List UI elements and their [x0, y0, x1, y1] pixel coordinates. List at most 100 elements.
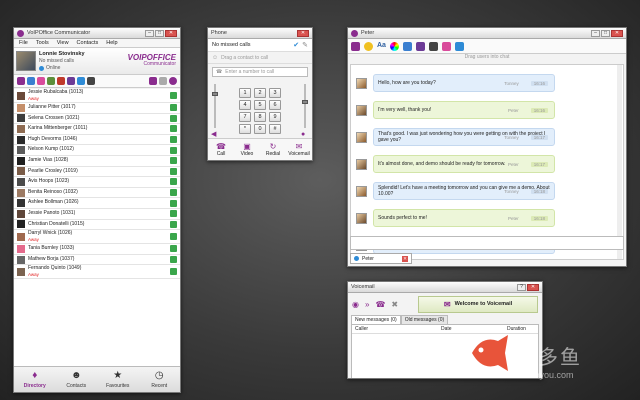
call-contact-icon[interactable] [170, 210, 177, 218]
contact-row[interactable]: Hugh Devorms (1046) [14, 135, 180, 146]
maximize-button[interactable]: □ [601, 29, 610, 37]
settings-icon[interactable] [87, 77, 95, 85]
menu-tools[interactable]: Tools [36, 40, 49, 46]
help-icon[interactable] [169, 77, 177, 85]
close-tab-icon[interactable]: ✕ [402, 255, 408, 262]
chat-icon[interactable] [27, 77, 35, 85]
call-back-icon[interactable]: ☎ [375, 300, 385, 309]
communicator-titlebar[interactable]: VoIPOffice Communicator – □ ✕ [14, 28, 180, 39]
avatar[interactable] [16, 51, 36, 71]
tab-new-messages[interactable]: New messages (0) [351, 315, 401, 324]
invite-icon[interactable] [442, 41, 451, 51]
speaker-volume-slider[interactable]: ◀ [211, 82, 218, 138]
chat-titlebar[interactable]: Peter – □ ✕ [348, 28, 626, 39]
delete-icon[interactable]: ✖ [391, 300, 398, 309]
voicemail-button[interactable]: ✉ Voicemail [286, 139, 312, 160]
call-contact-icon[interactable] [170, 114, 177, 122]
chat-message-input[interactable] [350, 236, 624, 250]
keypad-key[interactable]: 1 [239, 88, 251, 98]
keypad-key[interactable]: 5 [254, 100, 266, 110]
broadcast-icon[interactable] [67, 77, 75, 85]
close-button[interactable]: ✕ [527, 283, 539, 291]
nav-recent[interactable]: ◷ Recent [139, 367, 181, 392]
attach-icon[interactable]: ✎ [302, 41, 308, 49]
contact-row[interactable]: Pearlie Crosley (1019) [14, 167, 180, 178]
call-contact-icon[interactable] [170, 125, 177, 133]
search-icon[interactable] [149, 77, 157, 85]
contact-list[interactable]: Jessie Rubalcaba (1013) Away Julianne Pitt… [14, 89, 180, 367]
close-button[interactable]: ✕ [297, 29, 309, 37]
call-contact-icon[interactable] [170, 92, 177, 99]
minimize-button[interactable]: – [591, 29, 600, 37]
keypad-key[interactable]: 0 [254, 124, 266, 134]
keypad-key[interactable]: * [239, 124, 251, 134]
contact-row[interactable]: Tania Burnley (1033) [14, 244, 180, 255]
contact-row[interactable]: Benita Reinoso (1032) [14, 188, 180, 199]
keypad-key[interactable]: 6 [269, 100, 281, 110]
color-icon[interactable] [390, 41, 399, 51]
column-caller[interactable]: Caller [352, 325, 438, 333]
close-button[interactable]: ✕ [611, 29, 623, 37]
conference-icon[interactable] [77, 77, 85, 85]
phone-titlebar[interactable]: Phone ✕ [208, 28, 312, 39]
message-list[interactable]: Hello, how are you today? Tonney 16:16 I'm … [350, 64, 624, 260]
number-input[interactable]: ☎ Enter a number to call [212, 67, 308, 77]
call-contact-icon[interactable] [170, 178, 177, 186]
layout-icon[interactable] [159, 77, 167, 85]
menu-view[interactable]: View [57, 40, 69, 46]
contact-row[interactable]: Ashlee Bollman (1026) [14, 198, 180, 209]
help-button[interactable]: ? [517, 283, 526, 291]
keypad-key[interactable]: 9 [269, 112, 281, 122]
file-transfer-icon[interactable] [416, 41, 425, 51]
call-contact-icon[interactable] [170, 157, 177, 165]
contact-row[interactable]: Julianne Pitter (1017) [14, 103, 180, 114]
menu-file[interactable]: File [19, 40, 28, 46]
keypad-key[interactable]: 2 [254, 88, 266, 98]
menu-contacts[interactable]: Contacts [77, 40, 99, 46]
keypad-key[interactable]: 3 [269, 88, 281, 98]
contact-row[interactable]: Jessie Rubalcaba (1013) Away [14, 89, 180, 103]
nav-directory[interactable]: ♦ Directory [14, 367, 56, 392]
nav-favourites[interactable]: ★ Favourites [97, 367, 139, 392]
call-contact-icon[interactable] [170, 167, 177, 175]
call-contact-icon[interactable] [170, 189, 177, 197]
call-contact-icon[interactable] [170, 104, 177, 112]
nav-contacts[interactable]: ☻ Contacts [56, 367, 98, 392]
forward-icon[interactable]: » [365, 300, 369, 309]
tab-old-messages[interactable]: Old messages (0) [400, 315, 449, 324]
voicemail-icon[interactable] [37, 77, 45, 85]
contact-icon[interactable] [351, 41, 360, 51]
keypad-key[interactable]: 4 [239, 100, 251, 110]
minimize-button[interactable]: – [145, 29, 154, 37]
keypad-key[interactable]: # [269, 124, 281, 134]
video-button[interactable]: ▣ Video [234, 139, 260, 160]
phone-call-icon[interactable] [403, 41, 412, 51]
phone-icon[interactable] [17, 77, 25, 85]
call-contact-icon[interactable] [170, 220, 177, 228]
call-contact-icon[interactable] [170, 256, 177, 264]
emoticon-icon[interactable] [364, 41, 373, 51]
close-button[interactable]: ✕ [165, 29, 177, 37]
voicemail-titlebar[interactable]: Voicemail ? ✕ [348, 282, 542, 293]
contact-row[interactable]: Darryl Wnick (1026) Away [14, 230, 180, 245]
redial-button[interactable]: ↻ Redial [260, 139, 286, 160]
call-contact-icon[interactable] [170, 199, 177, 207]
contact-row[interactable]: Jessie Panoto (1031) [14, 209, 180, 220]
contact-row[interactable]: Christian Donatelli (1015) [14, 220, 180, 231]
keypad-key[interactable]: 7 [239, 112, 251, 122]
maximize-button[interactable]: □ [155, 29, 164, 37]
check-icon[interactable]: ✔ [293, 41, 299, 49]
call-button[interactable]: ☎ Call [208, 139, 234, 160]
call-contact-icon[interactable] [170, 268, 177, 276]
contact-row[interactable]: Jamie Vias (1028) [14, 156, 180, 167]
call-contact-icon[interactable] [170, 146, 177, 154]
contact-row[interactable]: Mathew Borja (1037) [14, 255, 180, 266]
chat-tab-peter[interactable]: Peter ✕ [350, 253, 412, 264]
contact-row[interactable]: Nelson Kump (1012) [14, 145, 180, 156]
record-icon[interactable]: ◉ [352, 300, 359, 309]
screen-share-icon[interactable] [455, 41, 464, 51]
keypad-key[interactable]: 8 [254, 112, 266, 122]
call-contact-icon[interactable] [170, 245, 177, 253]
contact-row[interactable]: Fernando Quinto (1049) Away [14, 265, 180, 280]
presence-selector[interactable]: Online [39, 65, 128, 72]
